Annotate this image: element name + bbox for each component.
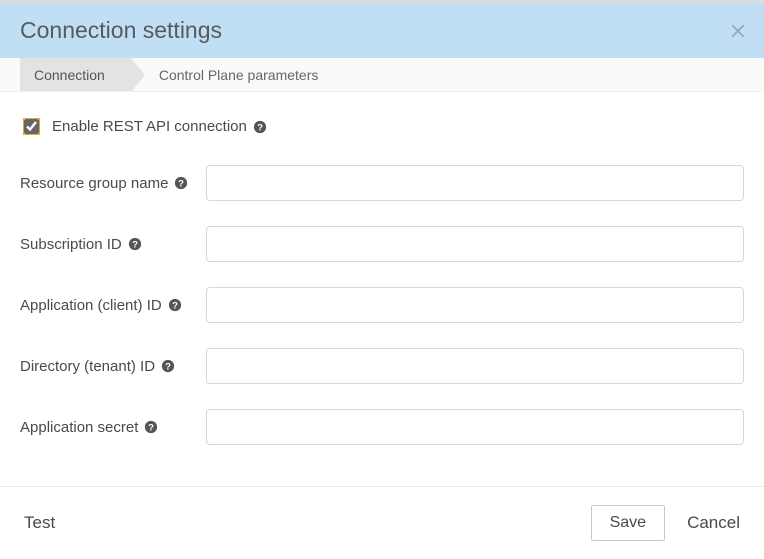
- tab-label: Connection: [34, 67, 105, 83]
- enable-rest-api-label: Enable REST API connection ?: [52, 118, 267, 135]
- connection-settings-modal: Connection settings Connection Control P…: [0, 0, 764, 559]
- help-icon[interactable]: ?: [168, 298, 182, 312]
- label-text: Directory (tenant) ID: [20, 358, 155, 375]
- field-label: Resource group name ?: [20, 175, 196, 192]
- field-label: Subscription ID ?: [20, 236, 196, 253]
- tab-label: Control Plane parameters: [159, 67, 319, 83]
- application-secret-row: Application secret ?: [20, 409, 744, 445]
- svg-text:?: ?: [178, 179, 184, 190]
- label-text: Resource group name: [20, 175, 168, 192]
- label-text: Application secret: [20, 419, 138, 436]
- field-label: Application (client) ID ?: [20, 297, 196, 314]
- application-client-id-input[interactable]: [206, 287, 744, 323]
- tab-connection[interactable]: Connection: [20, 58, 131, 91]
- test-button[interactable]: Test: [24, 513, 55, 533]
- save-button[interactable]: Save: [591, 505, 665, 541]
- cancel-button[interactable]: Cancel: [687, 513, 740, 533]
- modal-footer: Test Save Cancel: [0, 486, 764, 559]
- field-label: Directory (tenant) ID ?: [20, 358, 196, 375]
- application-client-id-row: Application (client) ID ?: [20, 287, 744, 323]
- resource-group-row: Resource group name ?: [20, 165, 744, 201]
- label-text: Subscription ID: [20, 236, 122, 253]
- field-label: Application secret ?: [20, 419, 196, 436]
- help-icon[interactable]: ?: [253, 120, 267, 134]
- help-icon[interactable]: ?: [128, 237, 142, 251]
- enable-rest-api-row: Enable REST API connection ?: [20, 116, 744, 137]
- resource-group-input[interactable]: [206, 165, 744, 201]
- checkbox-label-text: Enable REST API connection: [52, 118, 247, 135]
- label-text: Application (client) ID: [20, 297, 162, 314]
- help-icon[interactable]: ?: [174, 176, 188, 190]
- subscription-id-input[interactable]: [206, 226, 744, 262]
- close-icon[interactable]: [728, 21, 748, 41]
- svg-text:?: ?: [165, 362, 171, 373]
- modal-body: Enable REST API connection ? Resource gr…: [0, 92, 764, 486]
- modal-header: Connection settings: [0, 3, 764, 58]
- svg-text:?: ?: [148, 423, 154, 434]
- directory-tenant-id-input[interactable]: [206, 348, 744, 384]
- enable-rest-api-checkbox[interactable]: [24, 119, 39, 134]
- help-icon[interactable]: ?: [144, 420, 158, 434]
- subscription-id-row: Subscription ID ?: [20, 226, 744, 262]
- tab-strip: Connection Control Plane parameters: [0, 58, 764, 92]
- svg-text:?: ?: [257, 122, 263, 133]
- directory-tenant-id-row: Directory (tenant) ID ?: [20, 348, 744, 384]
- help-icon[interactable]: ?: [161, 359, 175, 373]
- modal-title: Connection settings: [20, 17, 222, 43]
- svg-text:?: ?: [132, 240, 138, 251]
- application-secret-input[interactable]: [206, 409, 744, 445]
- tab-control-plane[interactable]: Control Plane parameters: [145, 58, 345, 91]
- svg-text:?: ?: [172, 301, 178, 312]
